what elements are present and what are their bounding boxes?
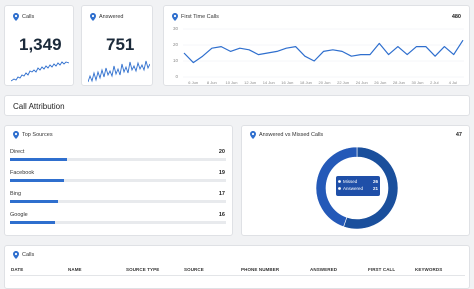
call-attribution-header: Call Attribution bbox=[4, 95, 470, 116]
column-header-source[interactable]: SOURCE bbox=[184, 267, 204, 272]
calls-table-card: Calls DATE NAME SOURCE TYPE SOURCE PHONE… bbox=[4, 245, 470, 289]
column-header-keywords[interactable]: KEYWORDS bbox=[415, 267, 442, 272]
calls-card-title: Calls bbox=[22, 14, 34, 20]
answered-card-value: 751 bbox=[106, 35, 134, 55]
calls-table-title: Calls bbox=[22, 252, 34, 258]
top-sources-title: Top Sources bbox=[22, 132, 53, 138]
column-header-first-call[interactable]: FIRST CALL bbox=[368, 267, 395, 272]
source-value-google: 16 bbox=[219, 212, 225, 218]
answered-vs-missed-card: Answered vs Missed Calls 47 Missed 26 An… bbox=[241, 125, 470, 236]
calls-sparkline bbox=[11, 59, 69, 83]
location-pin-icon bbox=[13, 131, 19, 139]
source-label-google: Google bbox=[10, 212, 28, 218]
top-sources-card: Top Sources Direct 20 Facebook 19 Bing 1… bbox=[4, 125, 233, 236]
source-label-bing: Bing bbox=[10, 191, 21, 197]
source-value-bing: 17 bbox=[219, 191, 225, 197]
legend-dot-missed bbox=[338, 180, 341, 183]
column-header-phone-number[interactable]: PHONE NUMBER bbox=[241, 267, 279, 272]
location-pin-icon bbox=[13, 251, 19, 259]
legend-dot-answered bbox=[338, 187, 341, 190]
donut-legend: Missed 26 Answered 21 bbox=[338, 179, 378, 199]
source-bar-direct bbox=[10, 158, 226, 161]
column-header-date[interactable]: DATE bbox=[11, 267, 23, 272]
source-value-direct: 20 bbox=[219, 149, 225, 155]
answered-vs-missed-title: Answered vs Missed Calls bbox=[259, 132, 323, 138]
source-label-facebook: Facebook bbox=[10, 170, 34, 176]
legend-value-missed: 26 bbox=[373, 179, 378, 184]
source-label-direct: Direct bbox=[10, 149, 24, 155]
location-pin-icon bbox=[90, 13, 96, 21]
call-attribution-heading: Call Attribution bbox=[13, 102, 65, 111]
column-header-answered[interactable]: ANSWERED bbox=[310, 267, 337, 272]
legend-label-answered: Answered bbox=[343, 186, 363, 191]
legend-label-missed: Missed bbox=[343, 179, 357, 184]
first-time-calls-card: First Time Calls 480 30201006 Jun8 Jun10… bbox=[163, 5, 470, 86]
answered-sparkline bbox=[88, 58, 150, 84]
calls-card-value: 1,349 bbox=[19, 35, 62, 55]
source-bar-bing bbox=[10, 200, 226, 203]
source-bar-facebook bbox=[10, 179, 226, 182]
answered-card-title: Answered bbox=[99, 14, 123, 20]
source-bar-google bbox=[10, 221, 226, 224]
answered-card: Answered 751 bbox=[81, 5, 153, 86]
column-header-source-type[interactable]: SOURCE TYPE bbox=[126, 267, 159, 272]
location-pin-icon bbox=[13, 13, 19, 21]
column-header-name[interactable]: NAME bbox=[68, 267, 82, 272]
calls-card: Calls 1,349 bbox=[4, 5, 74, 86]
first-time-calls-chart bbox=[164, 6, 471, 87]
source-value-facebook: 19 bbox=[219, 170, 225, 176]
location-pin-icon bbox=[250, 131, 256, 139]
table-header-divider bbox=[10, 275, 465, 276]
answered-vs-missed-total: 47 bbox=[456, 132, 462, 138]
legend-value-answered: 21 bbox=[373, 186, 378, 191]
